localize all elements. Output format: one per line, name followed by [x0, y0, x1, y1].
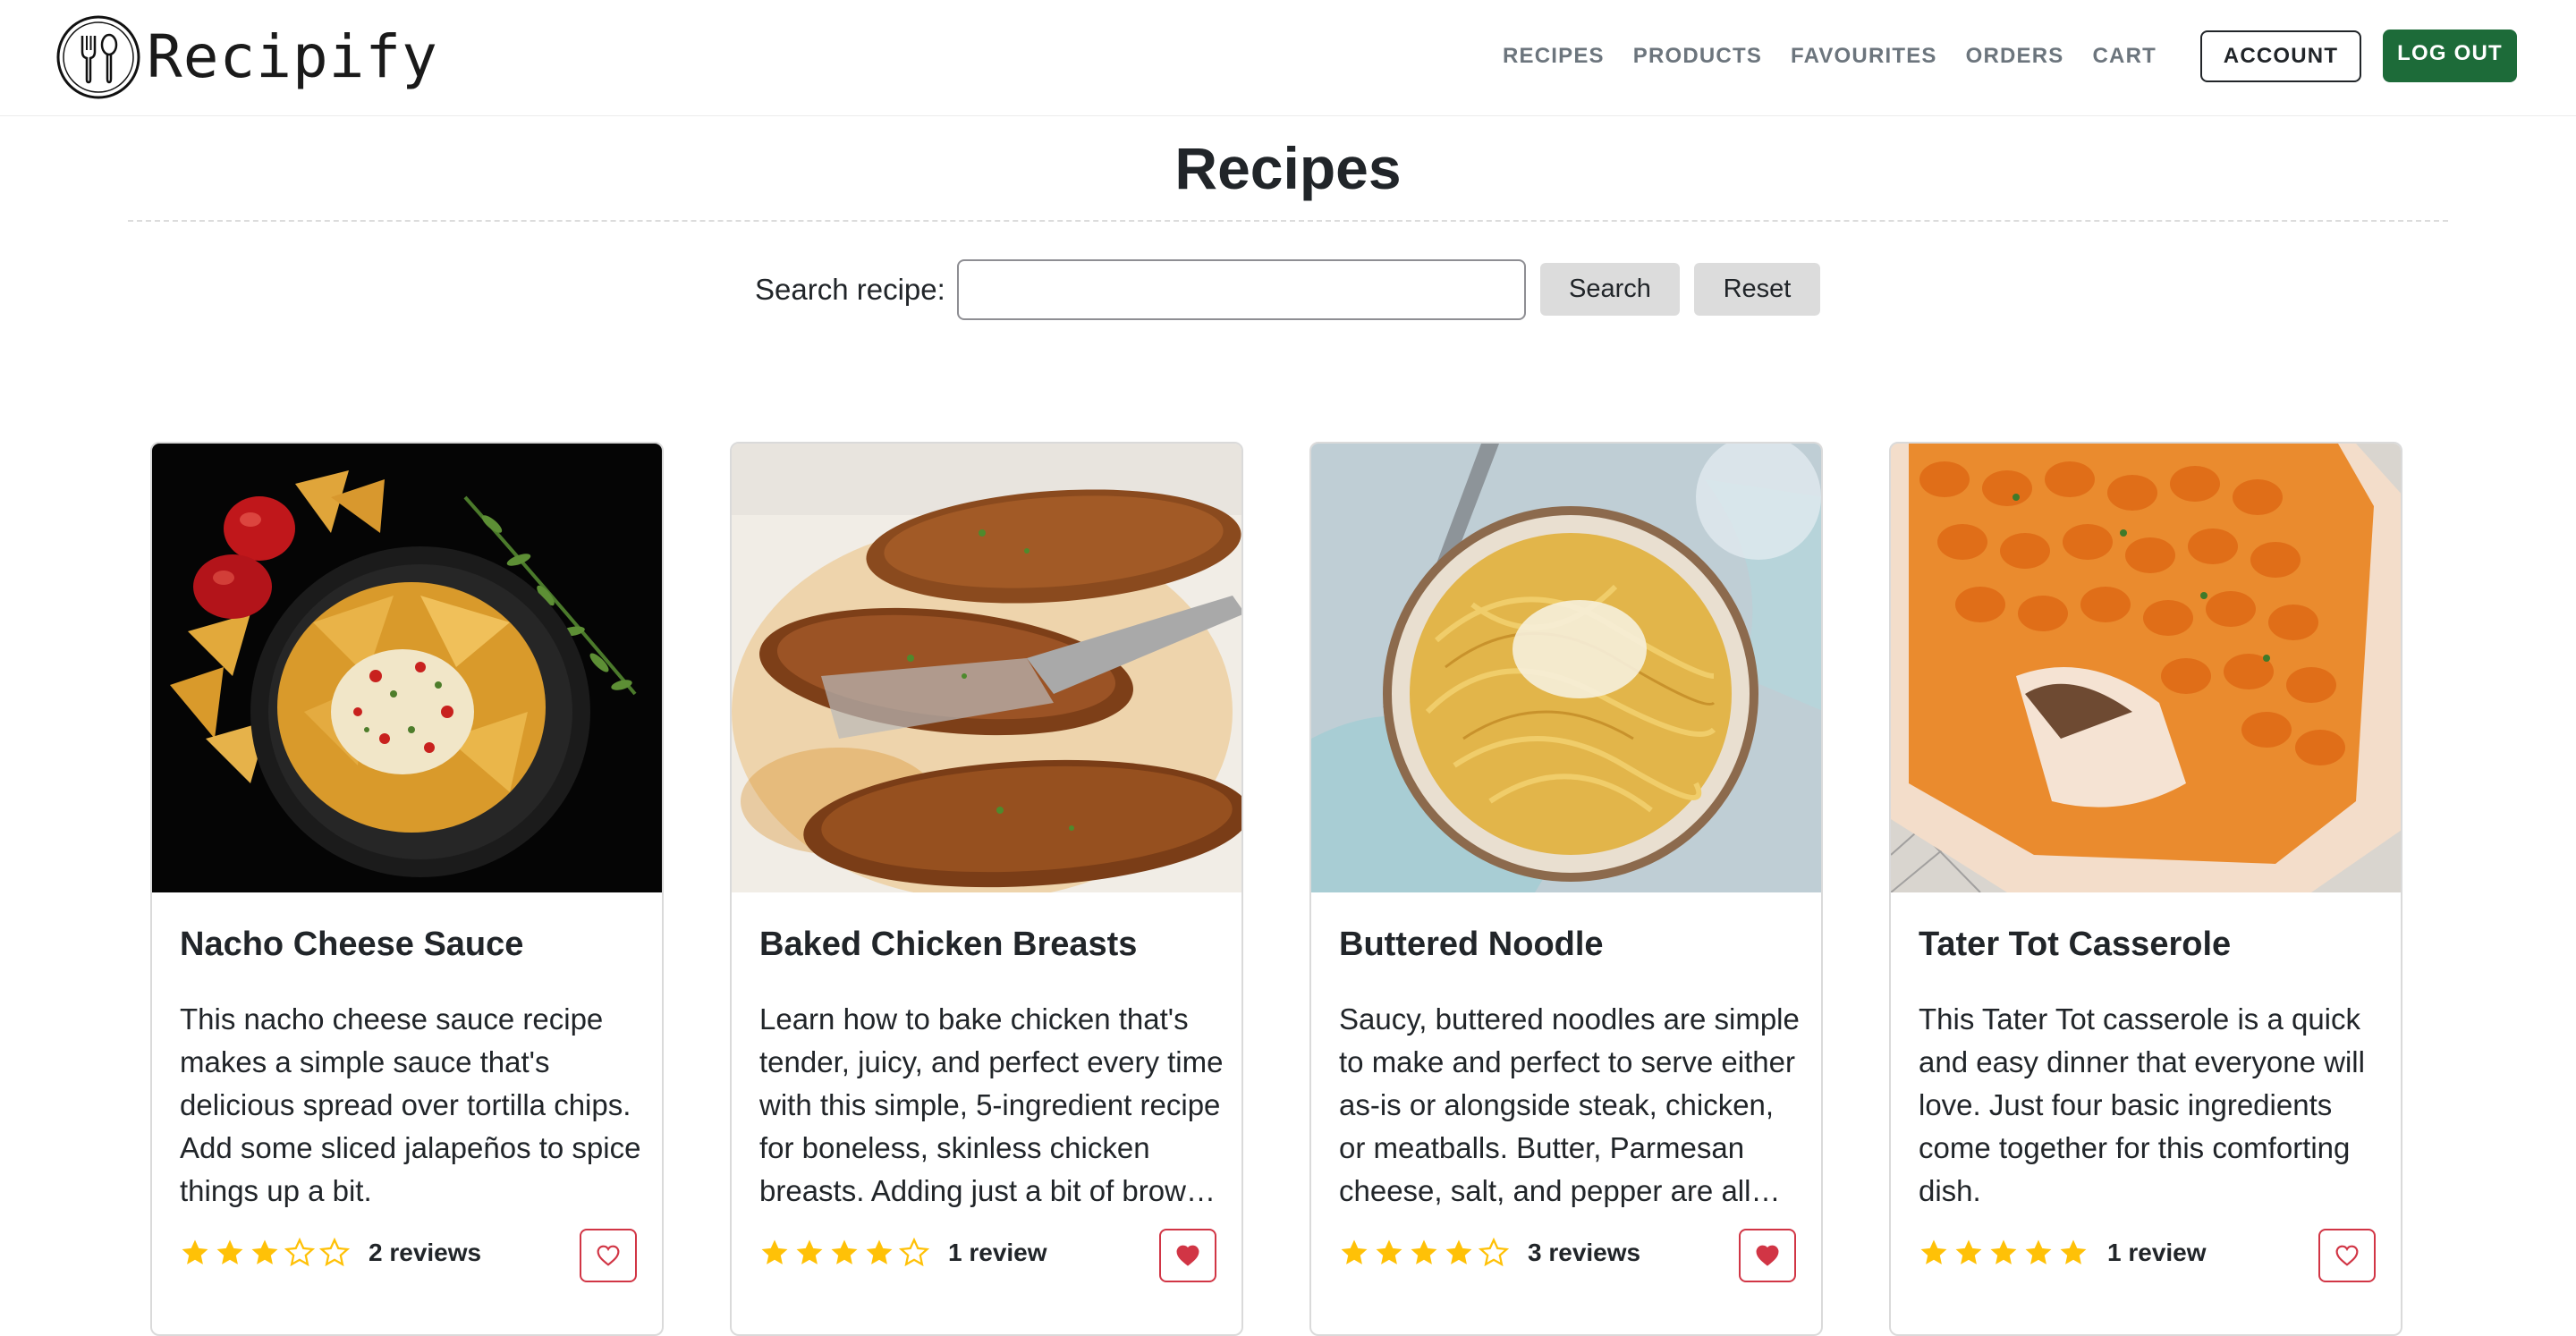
nav-links: RECIPES PRODUCTS FAVOURITES ORDERS CART [1503, 41, 2185, 72]
nav-link-cart[interactable]: CART [2093, 41, 2157, 72]
review-count: 2 reviews [369, 1239, 482, 1266]
nav-link-orders[interactable]: ORDERS [1966, 41, 2064, 72]
recipe-description: Learn how to bake chicken that's tender,… [759, 1002, 1224, 1207]
recipe-image[interactable] [732, 444, 1241, 892]
review-count: 1 review [2107, 1239, 2207, 1266]
star-filled-icon [2060, 1239, 2087, 1264]
account-button[interactable]: ACCOUNT [2200, 30, 2361, 82]
brand-name: Recipify [147, 22, 438, 91]
rating-stars: 1 review [1919, 1238, 2207, 1268]
star-empty-icon [1479, 1238, 1509, 1267]
nav-link-recipes[interactable]: RECIPES [1503, 41, 1605, 72]
recipe-card[interactable]: Baked Chicken Breasts Learn how to bake … [730, 442, 1243, 1336]
baked-chicken-photo [732, 444, 1241, 892]
star-filled-icon [182, 1239, 208, 1264]
nav-link-favourites[interactable]: FAVOURITES [1791, 41, 1937, 72]
search-label: Search recipe: [755, 273, 945, 306]
recipe-title[interactable]: Tater Tot Casserole [1919, 924, 2231, 965]
recipe-image[interactable] [1891, 444, 2401, 892]
recipe-title[interactable]: Baked Chicken Breasts [759, 924, 1137, 965]
star-filled-icon [866, 1239, 893, 1264]
heart-filled-icon [1756, 1245, 1779, 1266]
star-filled-icon [1445, 1239, 1472, 1264]
star-filled-icon [831, 1239, 858, 1264]
recipe-title[interactable]: Buttered Noodle [1339, 924, 1604, 965]
recipe-description: Saucy, buttered noodles are simple to ma… [1339, 1002, 1800, 1207]
heart-outline-icon [597, 1245, 620, 1266]
star-filled-icon [1411, 1239, 1437, 1264]
star-empty-icon [284, 1238, 315, 1267]
reset-button[interactable]: Reset [1694, 263, 1820, 316]
logout-button[interactable]: LOG OUT [2383, 30, 2517, 82]
buttered-noodles-photo [1311, 444, 1821, 892]
favourite-button[interactable] [1159, 1229, 1216, 1282]
star-filled-icon [2025, 1239, 2052, 1264]
recipe-card[interactable]: Nacho Cheese Sauce This nacho cheese sau… [150, 442, 664, 1336]
favourite-button[interactable] [1739, 1229, 1796, 1282]
rating-stars: 2 reviews [180, 1238, 481, 1268]
nachos-photo [152, 444, 662, 892]
review-count: 3 reviews [1528, 1239, 1641, 1266]
tater-tot-casserole-photo [1891, 444, 2401, 892]
star-filled-icon [1920, 1239, 1947, 1264]
recipe-image[interactable] [152, 444, 662, 892]
search-input[interactable] [957, 259, 1526, 320]
star-empty-icon [899, 1238, 929, 1267]
navbar: Recipify RECIPES PRODUCTS FAVOURITES ORD… [0, 0, 2576, 116]
review-count: 1 review [948, 1239, 1047, 1266]
star-filled-icon [761, 1239, 788, 1264]
favourite-button[interactable] [2318, 1229, 2376, 1282]
star-filled-icon [216, 1239, 243, 1264]
cutlery-logo-icon [56, 15, 140, 99]
title-divider [128, 220, 2448, 222]
recipe-description: This nacho cheese sauce recipe makes a s… [180, 1002, 641, 1207]
recipe-card[interactable]: Buttered Noodle Saucy, buttered noodles … [1309, 442, 1823, 1336]
recipe-title[interactable]: Nacho Cheese Sauce [180, 924, 523, 965]
star-empty-icon [319, 1238, 350, 1267]
star-filled-icon [1376, 1239, 1402, 1264]
star-filled-icon [796, 1239, 823, 1264]
star-filled-icon [251, 1239, 278, 1264]
rating-stars: 3 reviews [1339, 1238, 1640, 1268]
favourite-button[interactable] [580, 1229, 637, 1282]
star-filled-icon [1341, 1239, 1368, 1264]
nav-link-products[interactable]: PRODUCTS [1633, 41, 1762, 72]
page-title: Recipes [1174, 135, 1402, 201]
search-button[interactable]: Search [1540, 263, 1680, 316]
heart-outline-icon [2335, 1245, 2359, 1266]
recipe-description: This Tater Tot casserole is a quick and … [1919, 1002, 2365, 1207]
star-filled-icon [1990, 1239, 2017, 1264]
recipe-card[interactable]: Tater Tot Casserole This Tater Tot casse… [1889, 442, 2402, 1336]
heart-filled-icon [1176, 1245, 1199, 1266]
star-filled-icon [1955, 1239, 1982, 1264]
brand[interactable]: Recipify [55, 14, 438, 100]
recipe-image[interactable] [1311, 444, 1821, 892]
rating-stars: 1 review [759, 1238, 1047, 1268]
